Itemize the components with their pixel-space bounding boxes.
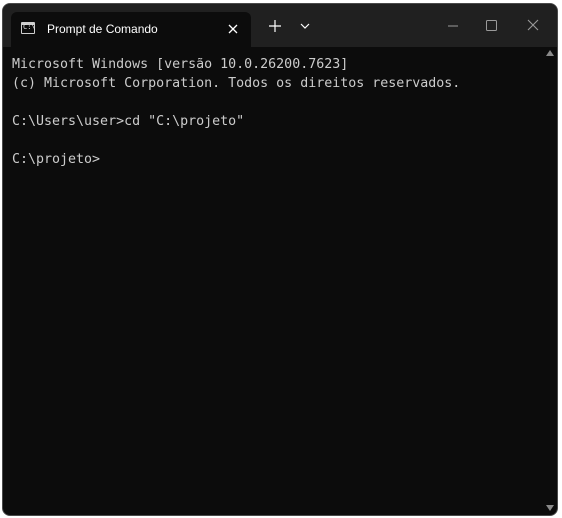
vertical-scrollbar[interactable]	[543, 47, 557, 515]
scroll-down-arrow-icon[interactable]	[546, 505, 554, 511]
cmd-icon: C:\	[21, 22, 36, 34]
tab-title: Prompt de Comando	[47, 22, 158, 36]
tab-dropdown-button[interactable]	[291, 12, 319, 40]
minimize-icon	[448, 25, 458, 27]
console-line: C:\Users\user>cd "C:\projeto"	[12, 114, 245, 129]
maximize-icon	[486, 20, 497, 31]
console-line: (c) Microsoft Corporation. Todos os dire…	[12, 76, 461, 91]
scroll-up-arrow-icon[interactable]	[546, 50, 554, 56]
maximize-button[interactable]	[471, 12, 511, 40]
command-prompt: C:\projeto>	[12, 152, 101, 167]
new-tab-button[interactable]	[261, 12, 289, 40]
plus-icon	[269, 20, 281, 32]
close-window-button[interactable]	[513, 12, 553, 40]
title-bar[interactable]: C:\ Prompt de Comando	[3, 4, 557, 47]
chevron-down-icon	[300, 23, 310, 29]
terminal-window: C:\ Prompt de Comando Microsoft Windows …	[2, 3, 558, 516]
minimize-button[interactable]	[433, 12, 473, 40]
console-line: Microsoft Windows [versão 10.0.26200.762…	[12, 57, 349, 72]
close-icon	[527, 19, 539, 31]
console-output[interactable]: Microsoft Windows [versão 10.0.26200.762…	[3, 47, 543, 515]
tab-close-button[interactable]	[225, 21, 241, 37]
close-icon	[228, 24, 238, 34]
tab-prompt-de-comando[interactable]: C:\ Prompt de Comando	[11, 12, 251, 47]
